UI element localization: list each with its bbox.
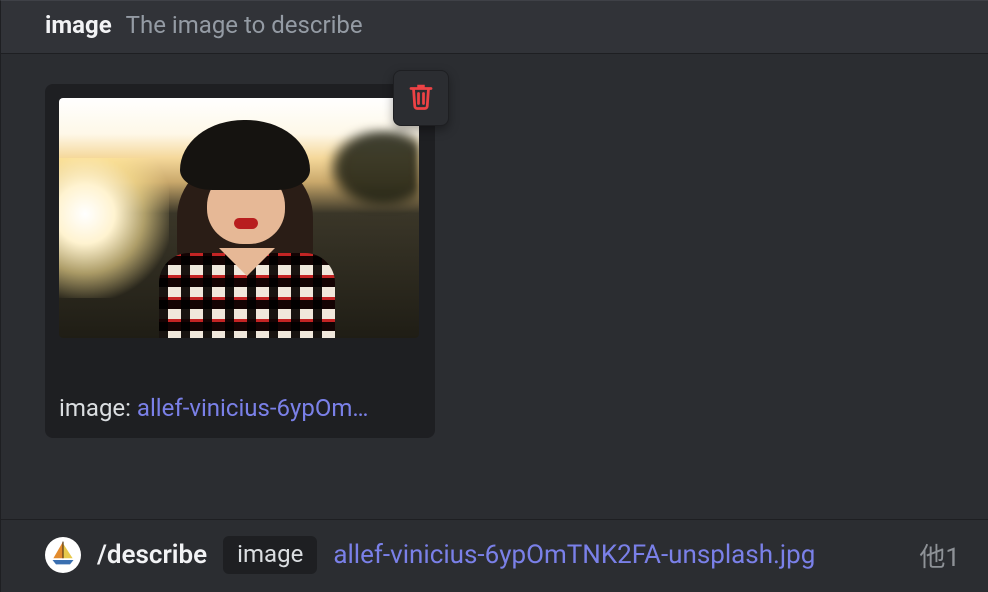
- param-name: image: [45, 11, 112, 39]
- attachment-card[interactable]: image: allef-vinicius-6ypOm…: [45, 84, 435, 438]
- slash-command: /describe: [97, 540, 207, 570]
- attachment-thumbnail: [59, 98, 419, 338]
- param-chip-image[interactable]: image: [223, 536, 317, 574]
- attachment-area: image: allef-vinicius-6ypOm…: [1, 53, 988, 519]
- trailing-indicator: 他1: [919, 537, 960, 574]
- bot-avatar: [45, 537, 81, 573]
- param-description: The image to describe: [126, 11, 363, 39]
- attachment-filename-label: image: allef-vinicius-6ypOm…: [59, 394, 421, 422]
- attachment-label-prefix: image:: [59, 394, 137, 422]
- trash-icon: [406, 81, 436, 115]
- sailboat-icon: [49, 539, 77, 571]
- command-input-bar[interactable]: /describe image allef-vinicius-6ypOmTNK2…: [1, 519, 988, 592]
- parameter-header: image The image to describe: [1, 1, 988, 53]
- attachment-filename: allef-vinicius-6ypOm…: [137, 394, 369, 422]
- param-value-filename[interactable]: allef-vinicius-6ypOmTNK2FA-unsplash.jpg: [333, 540, 903, 570]
- delete-attachment-button[interactable]: [393, 70, 449, 126]
